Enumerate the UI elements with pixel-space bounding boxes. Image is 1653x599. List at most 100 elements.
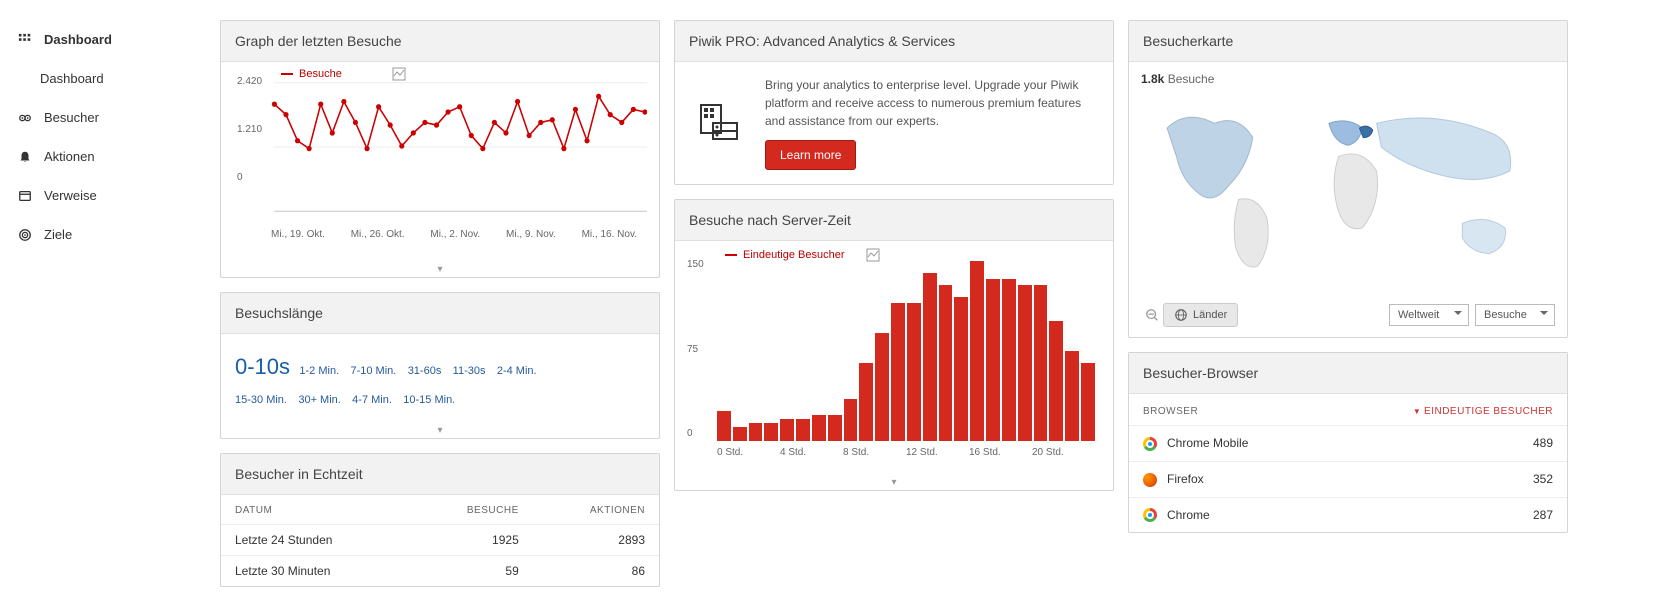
length-bucket[interactable]: 30+ Min. xyxy=(298,394,341,406)
bar[interactable] xyxy=(780,419,794,441)
bar[interactable] xyxy=(939,285,953,441)
widget-title: Besucher in Echtzeit xyxy=(221,454,659,495)
countries-button[interactable]: Länder xyxy=(1163,303,1238,327)
bar[interactable] xyxy=(923,273,937,441)
bar[interactable] xyxy=(796,419,810,441)
expand-handle[interactable]: ▾ xyxy=(675,475,1113,490)
widget-title: Besuche nach Server-Zeit xyxy=(675,200,1113,241)
bar[interactable] xyxy=(764,423,778,441)
bar-chart[interactable] xyxy=(717,261,1095,441)
sidebar-label: Besucher xyxy=(44,110,99,125)
widget-visits-graph: Graph der letzten Besuche Besuche 2.420 … xyxy=(220,20,660,278)
eyes-icon xyxy=(16,111,34,125)
table-row[interactable]: Chrome287 xyxy=(1129,497,1567,532)
bar[interactable] xyxy=(986,279,1000,441)
bar[interactable] xyxy=(1002,279,1016,441)
bar[interactable] xyxy=(875,333,889,441)
y-axis-labels: 2.420 1.210 0 xyxy=(237,76,262,220)
sidebar-subitem-dashboard[interactable]: Dashboard xyxy=(0,59,210,98)
table-row[interactable]: Firefox352 xyxy=(1129,461,1567,497)
chrome-icon xyxy=(1143,508,1157,522)
length-primary[interactable]: 0-10s xyxy=(235,354,290,379)
length-bucket[interactable]: 15-30 Min. xyxy=(235,394,287,406)
sidebar-label: Dashboard xyxy=(44,32,112,47)
bar[interactable] xyxy=(844,399,858,441)
bar[interactable] xyxy=(907,303,921,441)
widget-title: Besucherkarte xyxy=(1129,21,1567,62)
sidebar-label: Dashboard xyxy=(40,71,104,86)
map-stat: 1.8k Besuche xyxy=(1141,72,1555,86)
col-actions: AKTIONEN xyxy=(533,495,659,525)
col-browser[interactable]: BROWSER xyxy=(1129,394,1323,426)
browser-table: BROWSER EINDEUTIGE BESUCHER Chrome Mobil… xyxy=(1129,394,1567,532)
length-bucket[interactable]: 2-4 Min. xyxy=(497,365,537,377)
bar[interactable] xyxy=(954,297,968,441)
widget-server-time: Besuche nach Server-Zeit Eindeutige Besu… xyxy=(674,199,1114,491)
widget-realtime: Besucher in Echtzeit DATUM BESUCHE AKTIO… xyxy=(220,453,660,587)
length-bucket[interactable]: 11-30s xyxy=(453,365,486,377)
bar[interactable] xyxy=(749,423,763,441)
bar[interactable] xyxy=(1018,285,1032,441)
bell-icon xyxy=(16,150,34,164)
bar[interactable] xyxy=(1065,351,1079,441)
globe-icon xyxy=(1174,308,1188,322)
metric-select[interactable]: Besuche xyxy=(1475,304,1555,326)
bar[interactable] xyxy=(812,415,826,441)
x-axis-labels: 0 Std. 4 Std. 8 Std. 12 Std. 16 Std. 20 … xyxy=(717,441,1095,458)
length-bucket[interactable]: 31-60s xyxy=(408,365,442,377)
length-bucket[interactable]: 7-10 Min. xyxy=(350,365,396,377)
world-map[interactable] xyxy=(1141,90,1555,290)
table-row: Letzte 30 Minuten 59 86 xyxy=(221,555,659,586)
bar[interactable] xyxy=(1081,363,1095,441)
widget-title: Graph der letzten Besuche xyxy=(221,21,659,62)
length-bucket[interactable]: 10-15 Min. xyxy=(403,394,455,406)
length-bucket[interactable]: 1-2 Min. xyxy=(299,365,339,377)
learn-more-button[interactable]: Learn more xyxy=(765,140,856,170)
sidebar-item-verweise[interactable]: Verweise xyxy=(0,176,210,215)
x-axis-labels: Mi., 19. Okt. Mi., 26. Okt. Mi., 2. Nov.… xyxy=(233,225,647,240)
y-axis-labels: 150 75 0 xyxy=(687,259,704,439)
target-icon xyxy=(16,228,34,242)
bar[interactable] xyxy=(1034,285,1048,441)
realtime-table: DATUM BESUCHE AKTIONEN Letzte 24 Stunden… xyxy=(221,495,659,586)
widget-visitor-map: Besucherkarte 1.8k Besuche xyxy=(1128,20,1568,338)
length-bucket[interactable]: 4-7 Min. xyxy=(352,394,392,406)
server-icon xyxy=(689,76,749,170)
table-row: Letzte 24 Stunden 1925 2893 xyxy=(221,524,659,555)
widget-title: Besuchslänge xyxy=(221,293,659,334)
sidebar-item-besucher[interactable]: Besucher xyxy=(0,98,210,137)
bar[interactable] xyxy=(717,411,731,441)
sidebar-label: Verweise xyxy=(44,188,97,203)
chrome-icon xyxy=(1143,437,1157,451)
expand-handle[interactable]: ▾ xyxy=(221,423,659,438)
grid-icon xyxy=(16,33,34,47)
sidebar-item-dashboard[interactable]: Dashboard xyxy=(0,20,210,59)
widget-promo: Piwik PRO: Advanced Analytics & Services… xyxy=(674,20,1114,185)
region-select[interactable]: Weltweit xyxy=(1389,304,1469,326)
expand-handle[interactable]: ▾ xyxy=(221,262,659,277)
zoom-out-icon[interactable] xyxy=(1141,304,1163,326)
bar[interactable] xyxy=(859,363,873,441)
line-chart[interactable] xyxy=(233,72,647,222)
bar[interactable] xyxy=(970,261,984,441)
sidebar: Dashboard Dashboard Besucher Aktionen Ve… xyxy=(0,0,210,587)
bar[interactable] xyxy=(733,427,747,441)
bar[interactable] xyxy=(891,303,905,441)
promo-text: Bring your analytics to enterprise level… xyxy=(765,76,1099,130)
window-icon xyxy=(16,189,34,203)
widget-title: Besucher-Browser xyxy=(1129,353,1567,394)
bar[interactable] xyxy=(1049,321,1063,441)
widget-title: Piwik PRO: Advanced Analytics & Services xyxy=(675,21,1113,62)
col-visits: BESUCHE xyxy=(411,495,532,525)
col-unique[interactable]: EINDEUTIGE BESUCHER xyxy=(1323,394,1567,426)
widget-visit-length: Besuchslänge 0-10s 1-2 Min. 7-10 Min. 31… xyxy=(220,292,660,439)
sidebar-label: Aktionen xyxy=(44,149,95,164)
sidebar-item-ziele[interactable]: Ziele xyxy=(0,215,210,254)
sidebar-label: Ziele xyxy=(44,227,72,242)
firefox-icon xyxy=(1143,473,1157,487)
bar[interactable] xyxy=(828,415,842,441)
widget-browsers: Besucher-Browser BROWSER EINDEUTIGE BESU… xyxy=(1128,352,1568,533)
table-row[interactable]: Chrome Mobile489 xyxy=(1129,426,1567,462)
sidebar-item-aktionen[interactable]: Aktionen xyxy=(0,137,210,176)
col-date: DATUM xyxy=(221,495,411,525)
